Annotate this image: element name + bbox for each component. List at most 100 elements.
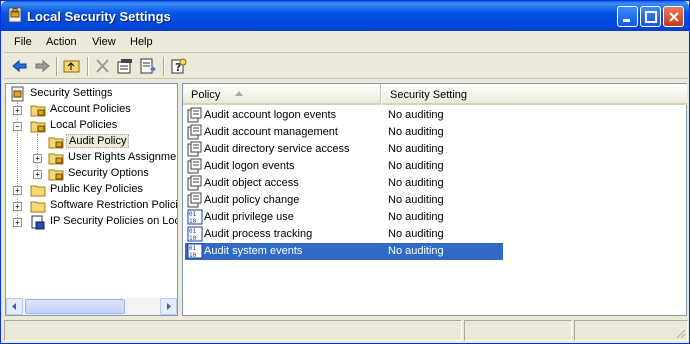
svg-text:01: 01 [189,228,197,235]
resize-grip-icon[interactable] [674,327,686,339]
tree-item-label: Audit Policy [66,134,130,148]
scroll-left-arrow-icon [12,303,16,310]
tree-item-label: Account Policies [50,103,131,115]
column-header-label: Policy [191,89,221,101]
ip-security-icon [31,215,45,230]
policy-icon [187,192,202,208]
expand-plus-icon[interactable]: + [13,186,22,195]
collapse-minus-icon[interactable]: − [13,122,22,131]
toolbar: ? [4,54,688,79]
tree-item-label: Software Restriction Policie [50,199,178,211]
policy-row[interactable]: Audit policy change No auditing [185,192,503,209]
expand-plus-icon[interactable]: + [33,170,42,179]
tree-item-ip-security-policies[interactable]: + IP Security Policies on Loca [8,214,178,230]
tree-horizontal-scrollbar[interactable] [6,298,177,315]
policy-icon [187,107,202,123]
toolbar-separator [56,57,58,76]
minimize-button[interactable] [617,6,638,27]
scroll-right-arrow-icon [167,303,171,310]
close-button[interactable] [663,6,684,27]
maximize-icon [645,11,657,23]
back-arrow-icon[interactable] [10,57,30,75]
policy-name: Audit system events [204,245,303,257]
tree-item-account-policies[interactable]: + Account Policies [8,102,177,118]
tree-item-security-settings[interactable]: Security Settings [8,86,177,102]
policy-row[interactable]: Audit account logon events No auditing [185,107,503,124]
policy-setting-value: No auditing [388,109,444,121]
scroll-thumb[interactable] [25,299,125,314]
policy-setting-value: No auditing [388,228,444,240]
policy-row[interactable]: Audit logon events No auditing [185,158,503,175]
policy-setting-value: No auditing [388,160,444,172]
folder-open-lock-icon [30,121,46,133]
binary-policy-icon: 0110 [187,226,203,242]
policy-row[interactable]: Audit object access No auditing [185,175,503,192]
maximize-button[interactable] [640,6,661,27]
forward-arrow-icon[interactable] [32,57,52,75]
policy-name: Audit object access [204,177,299,189]
status-cell [4,320,462,341]
expand-plus-icon[interactable]: + [13,202,22,211]
svg-text:01: 01 [189,211,197,218]
policy-setting-value: No auditing [388,177,444,189]
properties-icon[interactable] [115,57,135,75]
tree-item-label: Public Key Policies [50,183,143,195]
status-bar [4,320,688,341]
close-icon [669,12,679,22]
policy-name: Audit logon events [204,160,295,172]
minimize-icon [623,19,630,22]
expand-plus-icon[interactable]: + [33,154,42,163]
expand-plus-icon[interactable]: + [13,106,22,115]
tree-item-label: Security Options [68,167,149,179]
menu-view[interactable]: View [92,36,116,48]
scroll-right-button[interactable] [160,298,177,315]
scroll-left-button[interactable] [6,298,23,315]
tree-item-public-key-policies[interactable]: + Public Key Policies [8,182,177,198]
policy-name: Audit privilege use [204,211,294,223]
folder-icon [30,185,46,197]
folder-lock-icon [48,153,64,165]
tree-item-user-rights-assignment[interactable]: + User Rights Assignmer [28,150,178,166]
menu-help[interactable]: Help [130,36,153,48]
policy-icon [187,158,202,174]
console-tree-pane[interactable]: Security Settings + Account Policies − L… [5,83,178,316]
local-security-settings-window: Local Security Settings File Action View… [0,0,690,344]
export-list-icon[interactable] [138,57,158,75]
expand-plus-icon[interactable]: + [13,218,22,227]
policy-name: Audit directory service access [204,143,350,155]
menu-action[interactable]: Action [46,36,77,48]
details-list-pane[interactable]: Policy Security Setting Audit account lo… [182,83,687,316]
up-folder-icon[interactable] [62,57,82,75]
folder-lock-icon [48,169,64,181]
sort-ascending-icon [235,91,243,96]
tree-item-security-options[interactable]: + Security Options [28,166,177,182]
svg-text:10: 10 [189,218,197,225]
tree-item-audit-policy[interactable]: Audit Policy [28,134,177,150]
folder-icon [30,201,46,213]
column-header-security-setting[interactable]: Security Setting [382,84,687,105]
policy-row[interactable]: Audit account management No auditing [185,124,503,141]
help-icon[interactable]: ? [169,57,189,75]
tree-item-label: User Rights Assignmer [68,151,178,163]
tree-item-local-policies[interactable]: − Local Policies [8,118,177,134]
status-cell [464,320,572,341]
menu-file[interactable]: File [14,36,32,48]
menu-bar: File Action View Help [4,31,688,53]
policy-name: Audit policy change [204,194,300,206]
tree-item-label: IP Security Policies on Loca [50,215,178,227]
policy-row[interactable]: 01 10 Audit privilege use No auditing [185,209,503,226]
delete-icon[interactable] [93,57,113,75]
status-cell [574,320,688,341]
policy-row[interactable]: 01 10 Audit system events No auditing [185,243,503,260]
window-title: Local Security Settings [27,9,171,24]
policy-row[interactable]: Audit directory service access No auditin… [185,141,503,158]
binary-policy-icon: 0110 [187,209,203,225]
toolbar-separator [87,57,89,76]
column-header-policy[interactable]: Policy [183,84,381,105]
policy-row[interactable]: 01 10 Audit process tracking No auditing [185,226,503,243]
policy-icon [187,175,202,191]
tree-item-software-restriction-policies[interactable]: + Software Restriction Policie [8,198,178,214]
policy-name: Audit account logon events [204,109,337,121]
title-bar[interactable]: Local Security Settings [1,1,689,31]
toolbar-separator [163,57,165,76]
